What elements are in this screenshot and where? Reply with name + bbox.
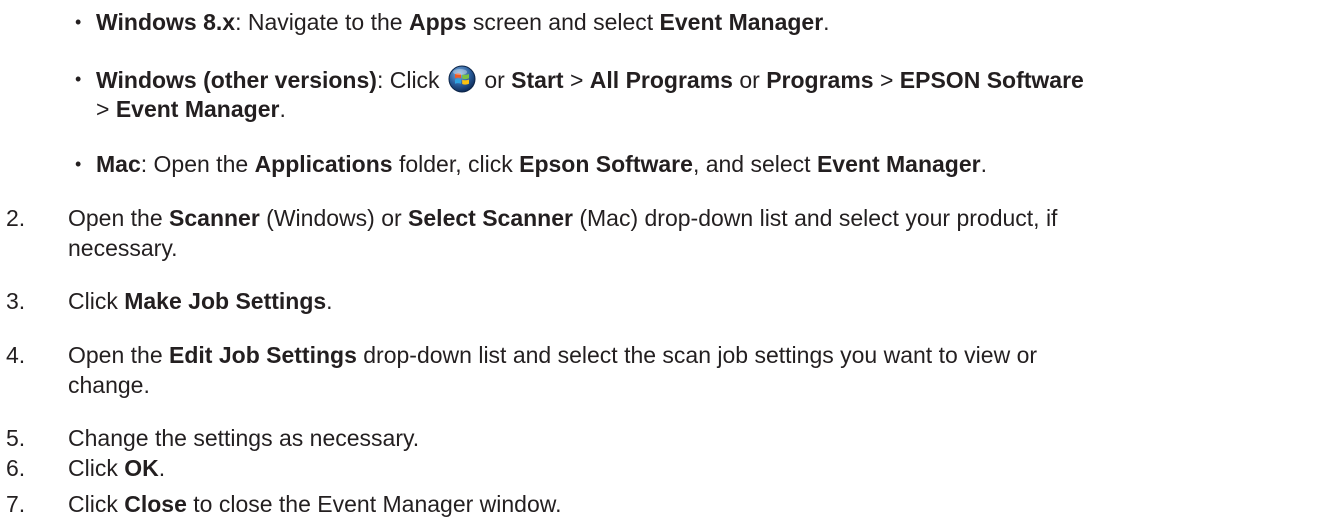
term-programs: Programs: [766, 67, 874, 93]
term-make-job-settings: Make Job Settings: [124, 288, 327, 314]
bullet-windows-other: Windows (other versions): Click or Start…: [96, 65, 1084, 93]
label-windows-8x: Windows 8.x: [96, 9, 236, 35]
bullet-windows-8x: Windows 8.x: Navigate to the Apps screen…: [96, 9, 830, 35]
term-all-programs: All Programs: [589, 67, 733, 93]
step-5: Change the settings as necessary.: [68, 425, 420, 451]
bullet-marker: •: [75, 69, 82, 89]
step-number: 5.: [6, 425, 26, 451]
term-epson-software: EPSON Software: [899, 67, 1084, 93]
step-7: Click Close to close the Event Manager w…: [68, 491, 562, 517]
step-number: 4.: [6, 342, 26, 368]
step-number: 6.: [6, 455, 26, 481]
step-2: Open the Scanner (Windows) or Select Sca…: [68, 205, 1058, 231]
term-event-manager: Event Manager: [659, 9, 824, 35]
label-windows-other: Windows (other versions): [96, 67, 377, 93]
bullet-marker: •: [75, 12, 82, 32]
term-close: Close: [124, 491, 187, 517]
step-number: 3.: [6, 288, 26, 314]
term-start: Start: [511, 67, 564, 93]
term-scanner: Scanner: [169, 205, 260, 231]
label-mac: Mac: [96, 151, 141, 177]
windows-start-orb-icon: [448, 65, 476, 93]
step-2-line2: necessary.: [68, 235, 178, 261]
step-4-line2: change.: [68, 372, 150, 398]
term-event-manager: Event Manager: [115, 96, 280, 122]
term-ok: OK: [124, 455, 159, 481]
term-applications: Applications: [254, 151, 393, 177]
step-3: Click Make Job Settings.: [68, 288, 333, 314]
bullet-mac: Mac: Open the Applications folder, click…: [96, 151, 987, 177]
term-epson-software: Epson Software: [519, 151, 693, 177]
term-select-scanner: Select Scanner: [408, 205, 573, 231]
step-number: 2.: [6, 205, 26, 231]
term-edit-job-settings: Edit Job Settings: [169, 342, 357, 368]
term-event-manager: Event Manager: [816, 151, 981, 177]
step-6: Click OK.: [68, 455, 166, 481]
bullet-marker: •: [75, 154, 82, 174]
step-4: Open the Edit Job Settings drop-down lis…: [68, 342, 1038, 368]
term-apps: Apps: [408, 9, 467, 35]
step-number: 7.: [6, 491, 26, 517]
bullet-windows-other-line2: > Event Manager.: [96, 96, 286, 122]
